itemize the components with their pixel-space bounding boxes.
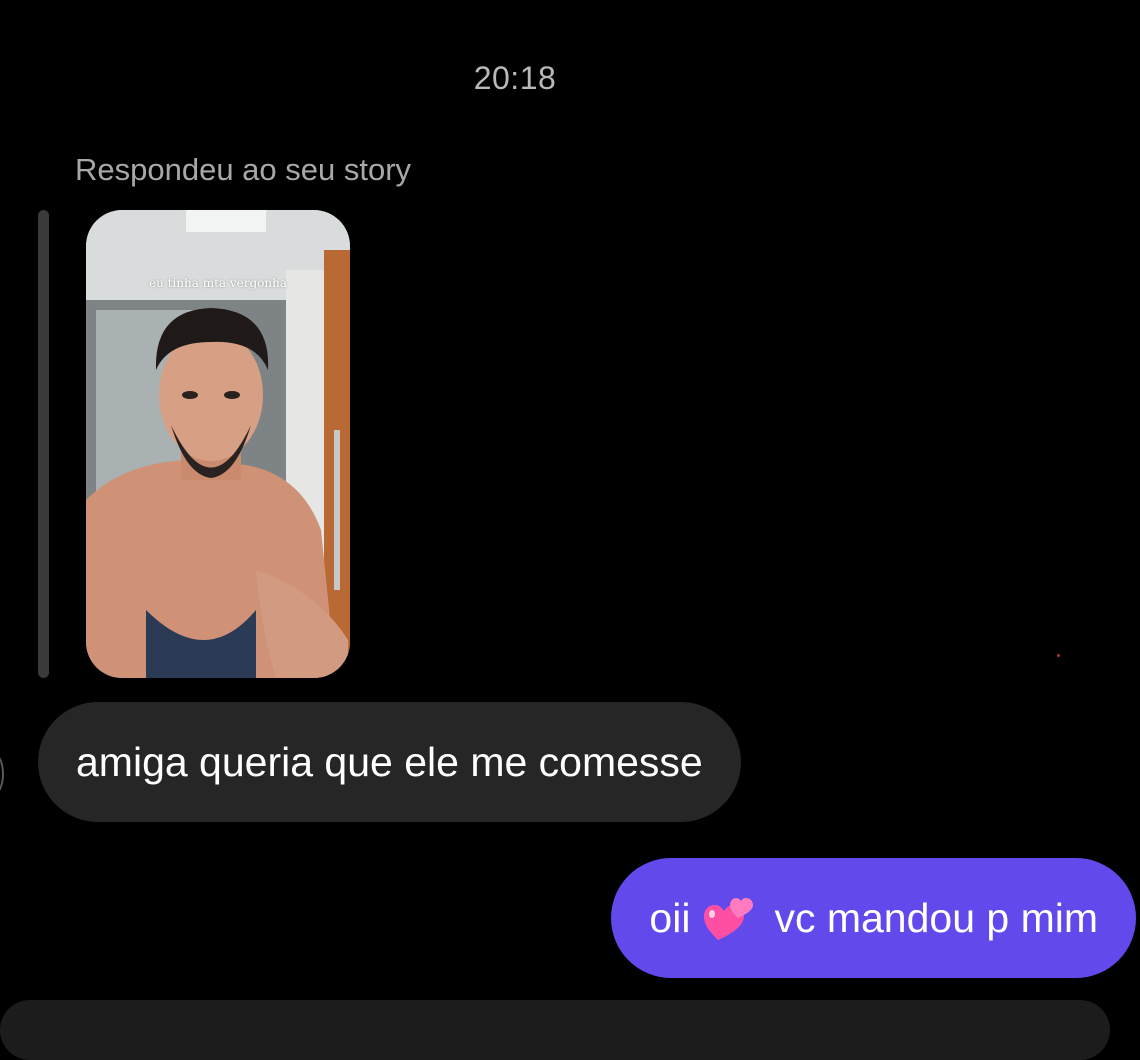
- outgoing-message-text-end: vc mandou p mim: [774, 894, 1098, 941]
- reply-indicator-bar: [38, 210, 49, 678]
- story-thumbnail[interactable]: eu tinha mta vergonha: [86, 210, 350, 678]
- incoming-message-bubble[interactable]: amiga queria que ele me comesse: [38, 702, 741, 822]
- two-hearts-icon: [704, 894, 756, 942]
- stray-dot: [1057, 654, 1060, 657]
- message-composer[interactable]: [0, 1000, 1110, 1060]
- story-caption: eu tinha mta vergonha: [148, 276, 288, 290]
- sender-avatar[interactable]: [0, 752, 4, 796]
- outgoing-message-text-start: oii: [649, 894, 691, 941]
- story-reply-label: Respondeu ao seu story: [75, 152, 412, 187]
- outgoing-message-bubble[interactable]: oii vc mandou p mim: [611, 858, 1136, 978]
- incoming-message-text: amiga queria que ele me comesse: [76, 738, 703, 785]
- message-timestamp: 20:18: [473, 60, 557, 96]
